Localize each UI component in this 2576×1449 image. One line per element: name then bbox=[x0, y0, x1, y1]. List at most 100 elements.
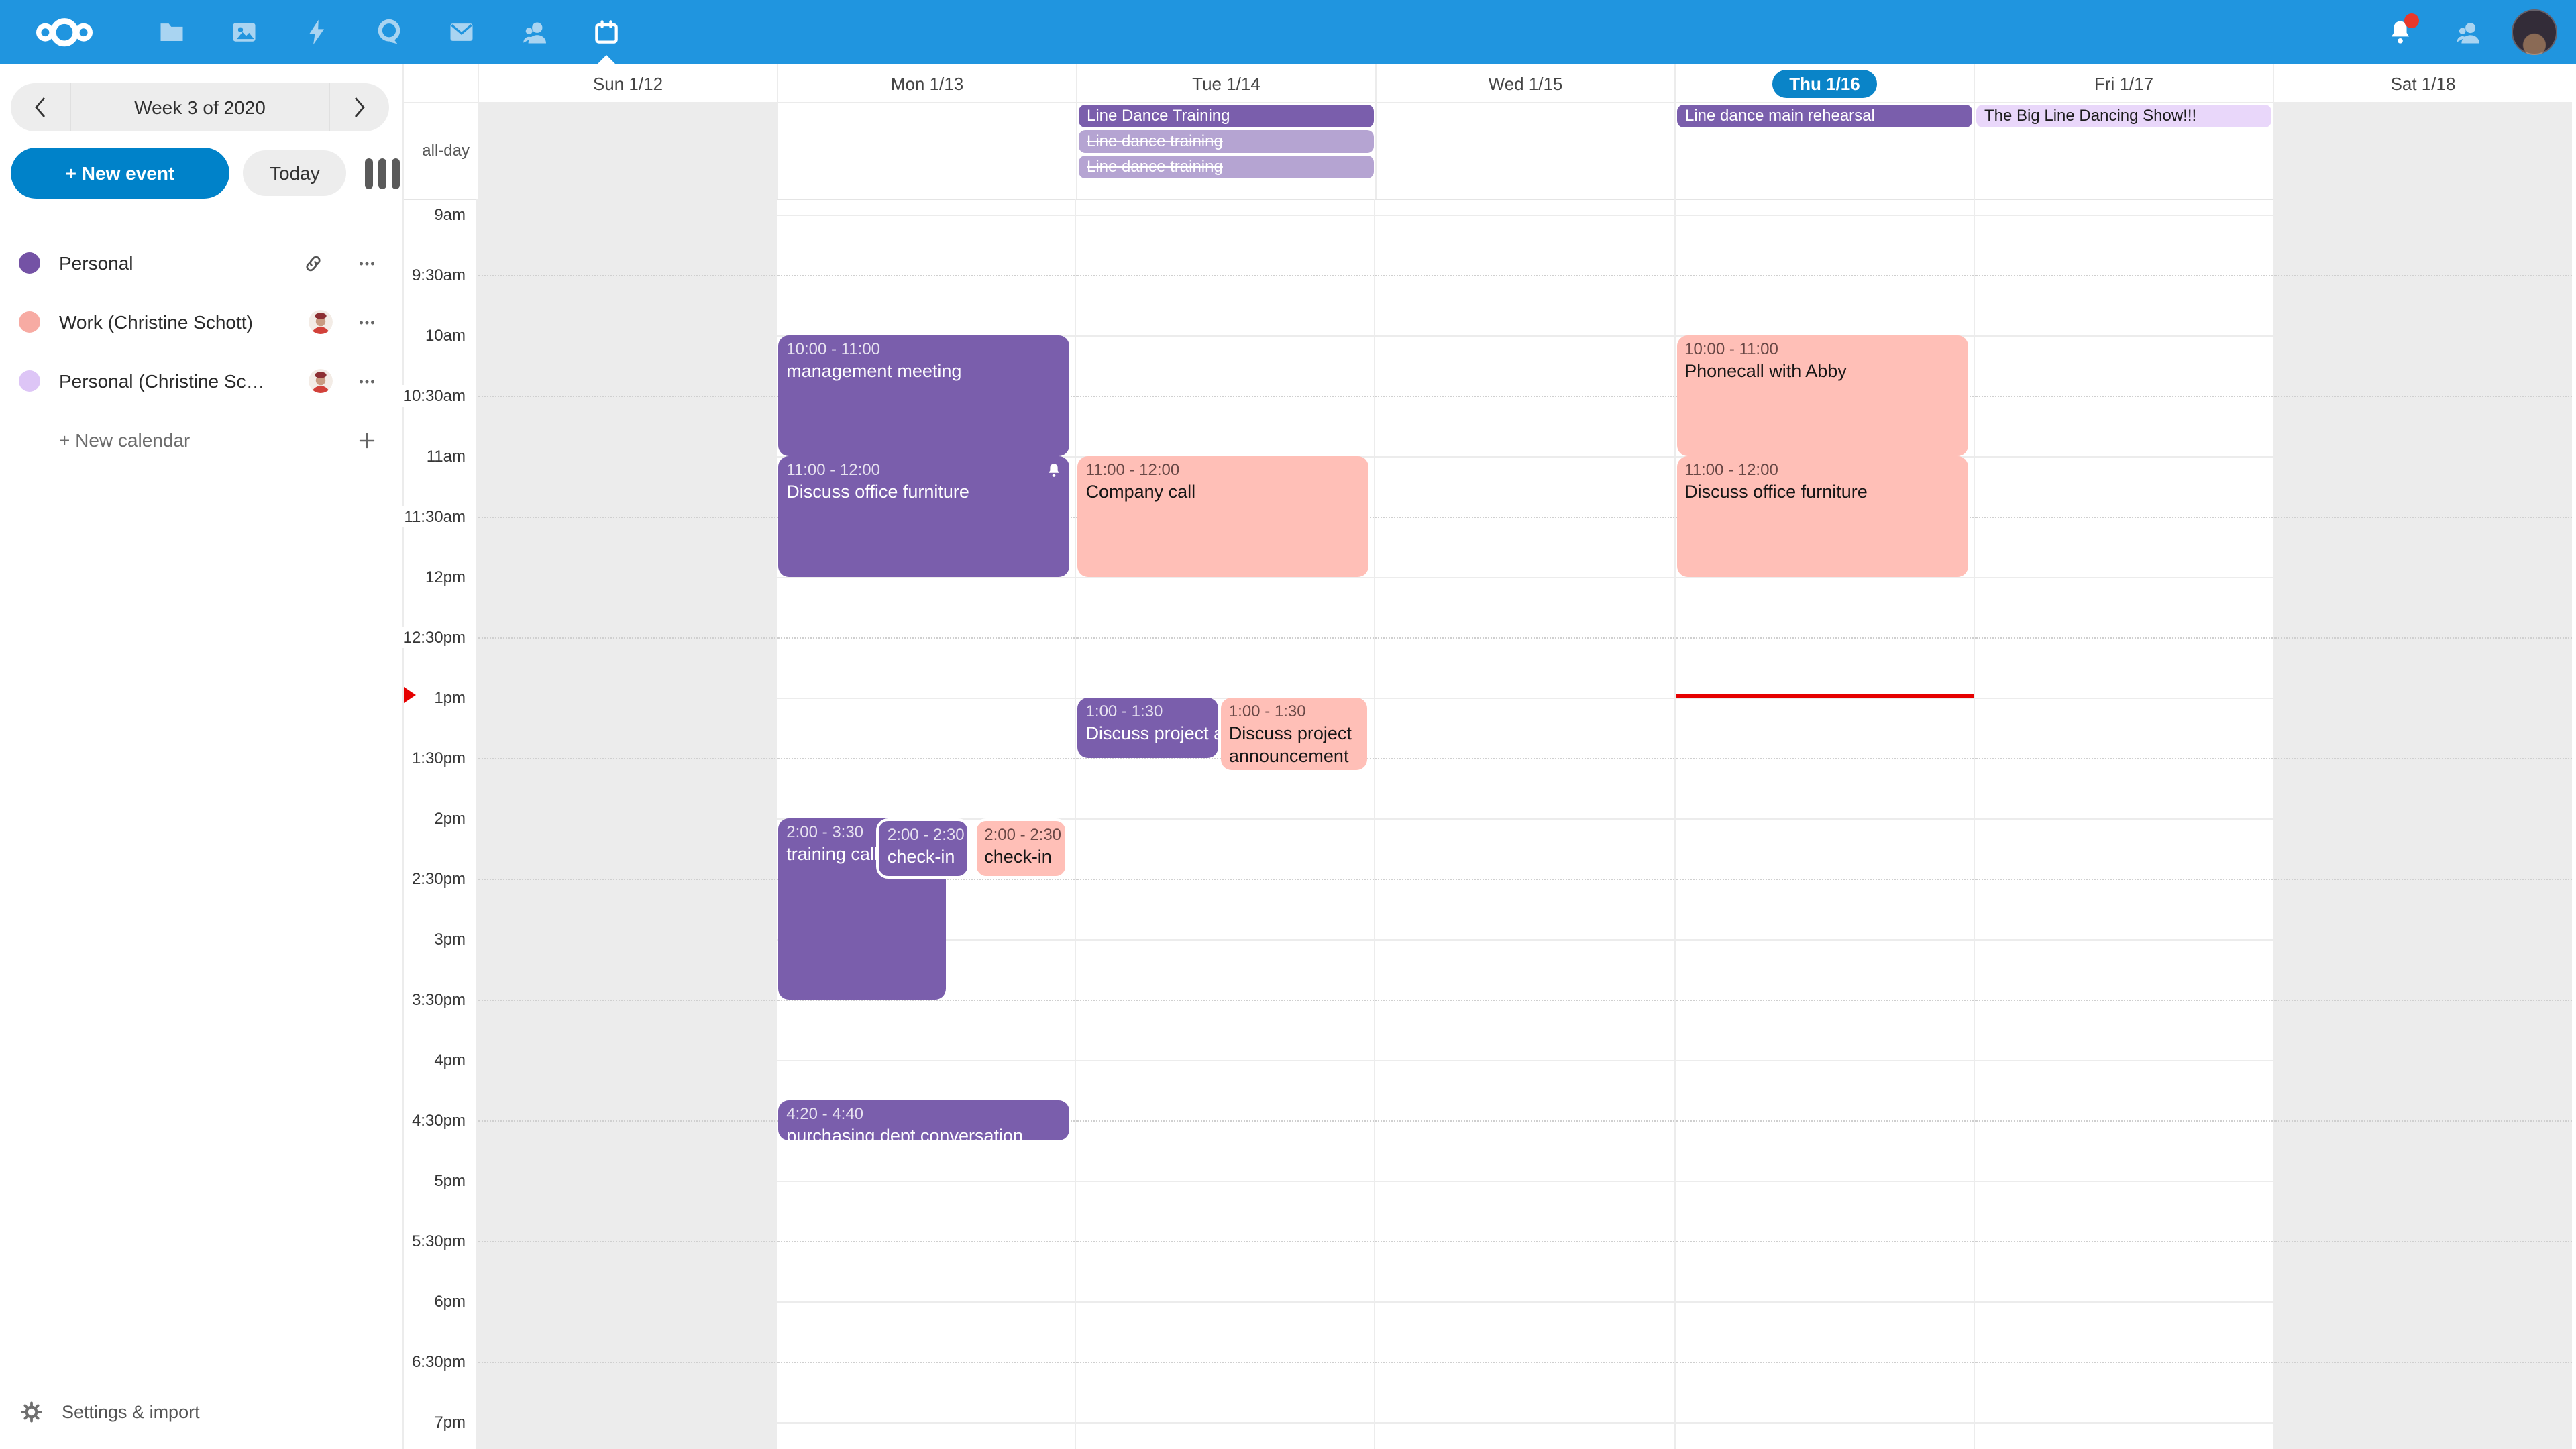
calendar-list-item[interactable]: Work (Christine Schott) bbox=[0, 292, 402, 352]
all-day-cell[interactable]: Line dance main rehearsal bbox=[1674, 102, 1974, 199]
all-day-event[interactable]: Line Dance Training bbox=[1079, 105, 1374, 127]
all-day-cell[interactable] bbox=[478, 102, 777, 199]
user-avatar[interactable] bbox=[2512, 9, 2557, 55]
calendar-actions-menu-icon[interactable] bbox=[346, 243, 386, 283]
event[interactable]: 11:00 - 12:00Company call bbox=[1078, 456, 1369, 577]
time-grid: 9am9:30am10am10:30am11am11:30am12pm12:30… bbox=[402, 199, 2572, 1449]
week-navigation: Week 3 of 2020 bbox=[11, 83, 389, 131]
app-navigation-icons bbox=[150, 11, 628, 54]
folder-icon[interactable] bbox=[150, 11, 193, 54]
week-label[interactable]: Week 3 of 2020 bbox=[70, 83, 330, 131]
all-day-cell[interactable]: Line Dance Training Line dance training Li… bbox=[1076, 102, 1375, 199]
day-column[interactable] bbox=[1375, 199, 1674, 1449]
day-header[interactable]: Fri 1/17 bbox=[1974, 64, 2273, 102]
time-axis-label: 4pm bbox=[430, 1049, 470, 1071]
event-title: check-in bbox=[888, 845, 961, 868]
current-time-marker-icon bbox=[404, 687, 416, 703]
all-day-row: all-day Line Dance TrainingLine dance tr… bbox=[402, 102, 2572, 200]
event[interactable]: 11:00 - 12:00Discuss office furniture bbox=[1676, 456, 1968, 577]
all-day-cell[interactable] bbox=[777, 102, 1076, 199]
settings-and-import[interactable]: Settings & import bbox=[0, 1385, 200, 1438]
event[interactable]: 10:00 - 11:00management meeting bbox=[778, 335, 1069, 456]
notifications-bell-icon[interactable] bbox=[2377, 9, 2423, 55]
event[interactable]: 1:00 - 1:30Discuss project announcement bbox=[1078, 698, 1218, 758]
day-header-label: Tue 1/14 bbox=[1192, 73, 1260, 93]
event-time: 4:20 - 4:40 bbox=[786, 1104, 1064, 1124]
day-column[interactable]: 11:00 - 12:00Company call1:00 - 1:30Disc… bbox=[1075, 199, 1375, 1449]
time-axis-label: 11:30am bbox=[402, 506, 470, 527]
day-header-row: Sun 1/12Mon 1/13 Tue 1/14 Wed 1/15 Thu 1/16… bbox=[402, 64, 2572, 103]
time-axis-label: 12pm bbox=[421, 566, 470, 588]
day-header[interactable]: Sun 1/12 bbox=[478, 64, 777, 102]
event[interactable]: 4:20 - 4:40purchasing dept conversation bbox=[778, 1100, 1069, 1140]
contacts-icon[interactable] bbox=[513, 11, 555, 54]
day-header[interactable]: Mon 1/13 bbox=[777, 64, 1076, 102]
calendar-list-item[interactable]: Personal (Christine Schott) bbox=[0, 352, 402, 411]
nextcloud-logo-icon[interactable] bbox=[35, 15, 94, 50]
lightning-icon[interactable] bbox=[295, 11, 338, 54]
day-column[interactable]: 10:00 - 11:00management meeting11:00 - 1… bbox=[775, 199, 1075, 1449]
day-column[interactable]: 10:00 - 11:00Phonecall with Abby11:00 - … bbox=[1674, 199, 1973, 1449]
event-title: Phonecall with Abby bbox=[1684, 360, 1962, 382]
all-day-event[interactable]: Line dance main rehearsal bbox=[1677, 105, 1972, 127]
day-header[interactable]: Wed 1/15 bbox=[1375, 64, 1674, 102]
new-event-button[interactable]: + New event bbox=[11, 148, 229, 199]
envelope-icon[interactable] bbox=[440, 11, 483, 54]
calendar-name: Personal bbox=[59, 252, 133, 274]
event[interactable]: 1:00 - 1:30Discuss project announcement bbox=[1221, 698, 1367, 770]
event-time: 11:00 - 12:00 bbox=[1086, 460, 1364, 480]
contacts-menu-icon[interactable] bbox=[2445, 9, 2490, 55]
today-button[interactable]: Today bbox=[243, 150, 347, 196]
shared-by-avatar bbox=[309, 369, 333, 393]
top-header-bar bbox=[0, 0, 2576, 64]
event-title: Discuss project announcement bbox=[1229, 722, 1362, 767]
calendar-color-dot bbox=[19, 252, 40, 274]
day-header[interactable]: Thu 1/16 bbox=[1674, 64, 1974, 102]
all-day-event[interactable]: Line dance training bbox=[1079, 130, 1374, 153]
calendar-icon[interactable] bbox=[585, 11, 628, 54]
day-column[interactable] bbox=[1973, 199, 2272, 1449]
day-column[interactable] bbox=[2273, 199, 2572, 1449]
calendar-color-dot bbox=[19, 311, 40, 333]
gridlines bbox=[1974, 199, 2272, 1449]
calendar-actions-menu-icon[interactable] bbox=[346, 361, 386, 401]
week-view-columns-icon[interactable] bbox=[366, 158, 400, 189]
event-time: 11:00 - 12:00 bbox=[1684, 460, 1962, 480]
plus-icon[interactable] bbox=[346, 420, 386, 460]
event-title: purchasing dept conversation bbox=[786, 1124, 1064, 1140]
day-header-label: Sat 1/18 bbox=[2391, 73, 2456, 93]
settings-label: Settings & import bbox=[62, 1401, 200, 1421]
all-day-event[interactable]: Line dance training bbox=[1079, 156, 1374, 178]
event[interactable]: 2:00 - 2:30check-in bbox=[877, 818, 969, 879]
today-pill: Thu 1/16 bbox=[1772, 69, 1878, 97]
calendar-list-item[interactable]: Personal bbox=[0, 233, 402, 292]
reminder-bell-icon bbox=[1046, 462, 1063, 479]
talk-bubble-icon[interactable] bbox=[368, 11, 411, 54]
gridlines bbox=[478, 199, 775, 1449]
gridlines bbox=[2274, 199, 2572, 1449]
photos-icon[interactable] bbox=[223, 11, 266, 54]
day-column[interactable] bbox=[476, 199, 775, 1449]
day-header[interactable]: Tue 1/14 bbox=[1076, 64, 1375, 102]
time-axis-label: 3:30pm bbox=[408, 989, 470, 1010]
all-day-cell[interactable]: The Big Line Dancing Show!!! bbox=[1974, 102, 2273, 199]
all-day-cell[interactable] bbox=[1375, 102, 1674, 199]
share-link-icon[interactable] bbox=[292, 243, 333, 283]
time-axis-label: 2:30pm bbox=[408, 868, 470, 890]
event-time: 1:00 - 1:30 bbox=[1086, 702, 1213, 722]
next-week-button[interactable] bbox=[330, 83, 389, 131]
calendar-actions-menu-icon[interactable] bbox=[346, 302, 386, 342]
time-axis-label: 1pm bbox=[430, 687, 470, 708]
calendar-name: Personal (Christine Schott) bbox=[59, 370, 274, 392]
event-time: 1:00 - 1:30 bbox=[1229, 702, 1362, 722]
event[interactable]: 10:00 - 11:00Phonecall with Abby bbox=[1676, 335, 1968, 456]
event[interactable]: 11:00 - 12:00Discuss office furniture bbox=[778, 456, 1069, 577]
all-day-cell[interactable] bbox=[2273, 102, 2572, 199]
time-axis-label: 5pm bbox=[430, 1170, 470, 1191]
all-day-event[interactable]: The Big Line Dancing Show!!! bbox=[1976, 105, 2271, 127]
new-calendar-button[interactable]: + New calendar bbox=[0, 411, 402, 470]
previous-week-button[interactable] bbox=[11, 83, 70, 131]
day-header[interactable]: Sat 1/18 bbox=[2273, 64, 2572, 102]
time-axis-label: 9:30am bbox=[408, 264, 470, 286]
event[interactable]: 2:00 - 2:30check-in bbox=[973, 818, 1067, 879]
